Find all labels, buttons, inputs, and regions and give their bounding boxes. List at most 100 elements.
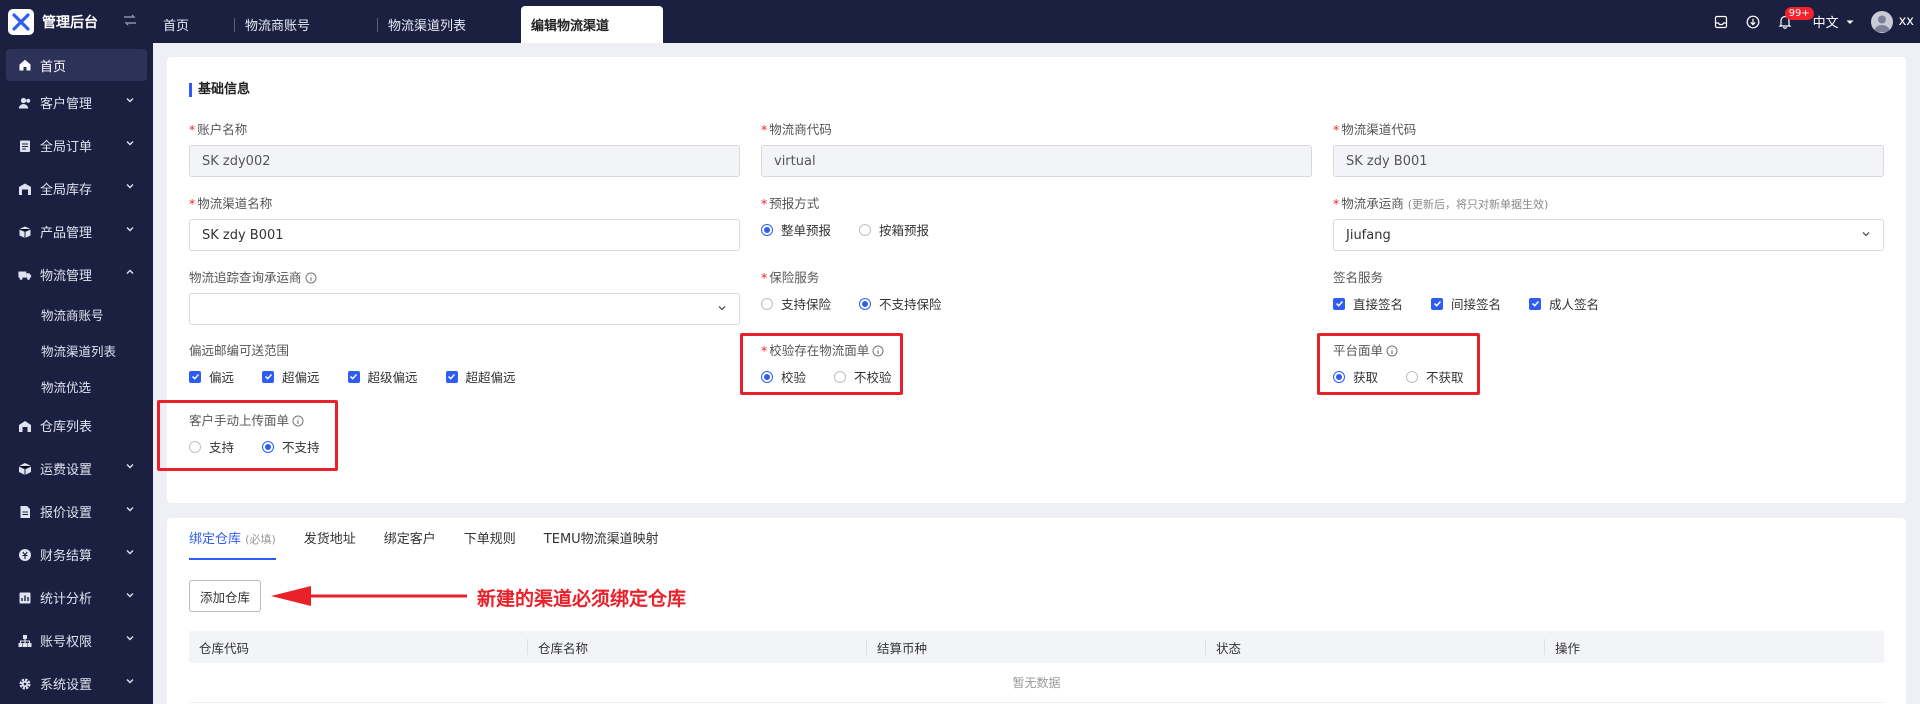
- download-icon[interactable]: [1737, 0, 1769, 43]
- checkbox-indirect-signature[interactable]: 间接签名: [1431, 294, 1501, 313]
- remote-checkbox-group: 偏远 超偏远 超级偏远 超超偏远: [189, 367, 740, 386]
- chevron-down-icon: [126, 550, 134, 555]
- cube-icon: [18, 462, 32, 476]
- radio-platform-skip[interactable]: 不获取: [1406, 367, 1464, 386]
- checkbox-extreme-remote[interactable]: 超超偏远: [445, 367, 516, 386]
- column-header-name: 仓库名称: [528, 631, 867, 663]
- radio-insurance-nosupport[interactable]: 不支持保险: [859, 294, 942, 313]
- tab-edit-channel[interactable]: 编辑物流渠道: [521, 6, 663, 43]
- chevron-up-icon: [126, 269, 134, 274]
- sidebar-item-inventory[interactable]: 全局库存: [0, 167, 153, 210]
- org-icon: [18, 634, 32, 648]
- radio-upload-support[interactable]: 支持: [189, 437, 234, 456]
- sidebar-item-finance[interactable]: 财务结算: [0, 533, 153, 576]
- sidebar-subitem-preferred[interactable]: 物流优选: [0, 368, 153, 404]
- channel-code-field: * 物流渠道代码 SK zdy B001: [1333, 122, 1884, 177]
- user-menu[interactable]: xx: [1870, 10, 1914, 33]
- sidebar-item-permissions[interactable]: 账号权限: [0, 619, 153, 662]
- chevron-down-icon: [126, 184, 134, 189]
- tab-ship-address[interactable]: 发货地址: [304, 530, 356, 560]
- forecast-radio-group: 整单预报 按箱预报: [761, 220, 1161, 239]
- sidebar: 首页 客户管理 全局订单 全局库存 产品管理 物流管理 物流商账号 物流渠道列表…: [0, 43, 153, 704]
- sidebar-item-shipping-fees[interactable]: 运费设置: [0, 447, 153, 490]
- tracking-carrier-field: 物流追踪查询承运商: [189, 270, 740, 325]
- sidebar-item-quotes[interactable]: 报价设置: [0, 490, 153, 533]
- checkbox-super-remote[interactable]: 超偏远: [262, 367, 320, 386]
- tab-temu-mapping[interactable]: TEMU物流渠道映射: [544, 530, 659, 560]
- info-icon: [292, 415, 304, 427]
- sidebar-item-analytics[interactable]: 统计分析: [0, 576, 153, 619]
- signature-field: 签名服务 直接签名 间接签名 成人签名: [1333, 270, 1884, 313]
- manual-upload-field: 客户手动上传面单 支持 不支持: [189, 413, 489, 456]
- verify-radio-group: 校验 不校验: [761, 367, 1061, 386]
- sidebar-item-home[interactable]: 首页: [6, 49, 147, 81]
- chevron-down-icon: [126, 464, 134, 469]
- sidebar-item-customers[interactable]: 客户管理: [0, 81, 153, 124]
- radio-platform-get[interactable]: 获取: [1333, 367, 1378, 386]
- tab-order-rules[interactable]: 下单规则: [464, 530, 516, 560]
- checkbox-ultra-remote[interactable]: 超级偏远: [347, 367, 418, 386]
- radio-verify-yes[interactable]: 校验: [761, 367, 806, 386]
- sidebar-subitem-channel-list[interactable]: 物流渠道列表: [0, 332, 153, 368]
- tab-bind-customer[interactable]: 绑定客户: [384, 530, 436, 560]
- sidebar-item-logistics[interactable]: 物流管理: [0, 253, 153, 296]
- tab-bind-warehouse[interactable]: 绑定仓库 (必填): [189, 530, 276, 560]
- sidebar-subitem-provider-accounts[interactable]: 物流商账号: [0, 296, 153, 332]
- provider-code-input[interactable]: virtual: [761, 145, 1312, 177]
- checkbox-remote[interactable]: 偏远: [189, 367, 234, 386]
- check-icon: [1529, 297, 1542, 310]
- chevron-down-icon: [126, 98, 134, 103]
- carrier-select[interactable]: Jiufang: [1333, 219, 1884, 251]
- box-icon: [18, 225, 32, 239]
- channel-code-input[interactable]: SK zdy B001: [1333, 145, 1884, 177]
- top-bar: 管理后台 首页 物流商账号 物流渠道列表 编辑物流渠道 99+ 中文 xx: [0, 0, 1920, 43]
- inbox-icon[interactable]: [1705, 0, 1737, 43]
- collapse-sidebar-icon[interactable]: [122, 12, 140, 30]
- sidebar-item-warehouses[interactable]: 仓库列表: [0, 404, 153, 447]
- remote-range-field: 偏远邮编可送范围 偏远 超偏远 超级偏远 超超偏远: [189, 343, 740, 386]
- radio-forecast-whole[interactable]: 整单预报: [761, 220, 831, 239]
- tracking-carrier-select[interactable]: [189, 293, 740, 325]
- column-header-actions: 操作: [1555, 640, 1581, 656]
- tab-provider-accounts[interactable]: 物流商账号: [235, 6, 378, 43]
- bell-icon[interactable]: 99+: [1769, 0, 1814, 43]
- check-icon: [189, 370, 201, 383]
- language-select[interactable]: 中文: [1813, 12, 1855, 31]
- checkbox-direct-signature[interactable]: 直接签名: [1333, 294, 1403, 313]
- checkbox-adult-signature[interactable]: 成人签名: [1529, 294, 1599, 313]
- verify-label-field: * 校验存在物流面单 校验 不校验: [761, 343, 1061, 386]
- radio-insurance-support[interactable]: 支持保险: [761, 294, 831, 313]
- check-icon: [445, 370, 458, 383]
- info-icon: [305, 272, 317, 284]
- platform-label-field: 平台面单 获取 不获取: [1333, 343, 1633, 386]
- tab-home[interactable]: 首页: [153, 6, 235, 43]
- sidebar-item-settings[interactable]: 系统设置: [0, 662, 153, 704]
- coin-icon: [18, 548, 32, 562]
- insurance-field: * 保险服务 支持保险 不支持保险: [761, 270, 1161, 313]
- users-icon: [18, 96, 32, 110]
- add-warehouse-button[interactable]: 添加仓库: [189, 580, 262, 612]
- basic-info-card: 基础信息 * 账户名称 SK zdy002 * 物流商代码 virtual * 物流渠…: [157, 57, 1906, 503]
- avatar: [1870, 10, 1893, 33]
- tab-channel-list[interactable]: 物流渠道列表: [378, 6, 521, 43]
- sidebar-item-orders[interactable]: 全局订单: [0, 124, 153, 167]
- file-icon: [18, 505, 32, 519]
- empty-state: 暂无数据: [189, 663, 1884, 703]
- manual-upload-radio-group: 支持 不支持: [189, 437, 489, 456]
- radio-upload-nosupport[interactable]: 不支持: [262, 437, 320, 456]
- binding-tabs: 绑定仓库 (必填) 发货地址 绑定客户 下单规则 TEMU物流渠道映射: [189, 530, 687, 560]
- column-header-currency: 结算币种: [867, 631, 1206, 663]
- sidebar-item-products[interactable]: 产品管理: [0, 210, 153, 253]
- gear-icon: [18, 677, 32, 691]
- account-name-input[interactable]: SK zdy002: [189, 145, 740, 177]
- radio-forecast-by-box[interactable]: 按箱预报: [859, 220, 929, 239]
- warehouse-icon: [18, 182, 32, 196]
- signature-checkbox-group: 直接签名 间接签名 成人签名: [1333, 294, 1884, 313]
- warehouse-table-header: 仓库代码 仓库名称 结算币种 状态 操作: [189, 631, 1884, 663]
- channel-name-input[interactable]: SK zdy B001: [189, 219, 740, 251]
- account-name-field: * 账户名称 SK zdy002: [189, 122, 740, 177]
- radio-verify-no[interactable]: 不校验: [834, 367, 892, 386]
- chevron-down-icon: [126, 636, 134, 641]
- check-icon: [347, 370, 360, 383]
- column-header-code: 仓库代码: [189, 631, 528, 663]
